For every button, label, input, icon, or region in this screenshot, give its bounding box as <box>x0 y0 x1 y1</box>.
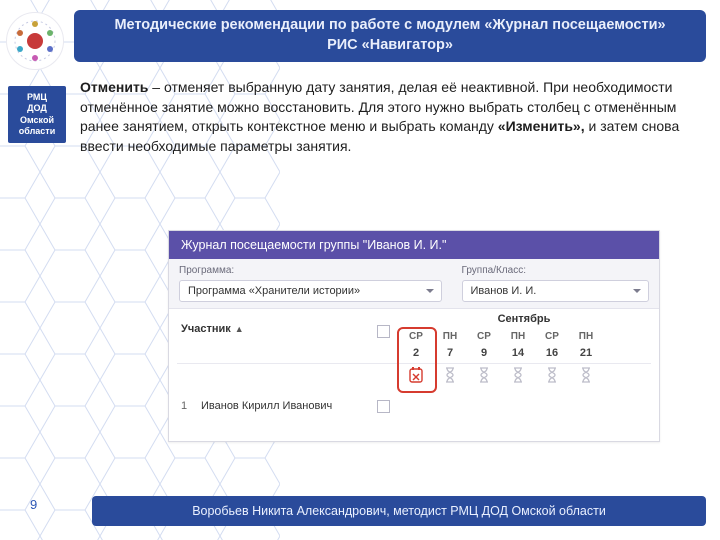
participant-header: Участник▲ <box>181 323 244 335</box>
page-title: Методические рекомендации по работе с мо… <box>104 16 676 55</box>
program-select[interactable]: Программа «Хранители истории» <box>179 280 442 302</box>
day-cell: СР <box>467 331 501 342</box>
day-cell: ПН <box>433 331 467 342</box>
footer-text: Воробьев Никита Александрович, методист … <box>192 504 606 518</box>
tag-line: Омской <box>12 115 62 126</box>
day-cell: ПН <box>501 331 535 342</box>
date-cell[interactable]: 16 <box>535 347 569 359</box>
footer-bar: Воробьев Никита Александрович, методист … <box>92 496 706 526</box>
row-checkbox[interactable] <box>377 400 390 413</box>
table-row: 1 Иванов Кирилл Иванович <box>169 393 659 423</box>
participant-name: Иванов Кирилл Иванович <box>201 400 332 412</box>
select-all-checkbox[interactable] <box>377 325 390 338</box>
title-bar: Методические рекомендации по работе с мо… <box>74 10 706 62</box>
date-cell[interactable]: 14 <box>501 347 535 359</box>
hourglass-icon[interactable] <box>569 367 603 383</box>
group-select[interactable]: Иванов И. И. <box>462 280 650 302</box>
day-cell: ПН <box>569 331 603 342</box>
program-label: Программа: <box>179 265 442 276</box>
tag-line: области <box>12 126 62 137</box>
group-label: Группа/Класс: <box>462 265 650 276</box>
day-cell: СР <box>535 331 569 342</box>
row-number: 1 <box>181 400 187 412</box>
tag-line: РМЦ <box>12 92 62 103</box>
month-header: Сентябрь <box>399 313 649 325</box>
screenshot-panel: Журнал посещаемости группы "Иванов И. И.… <box>168 230 660 442</box>
hourglass-icon[interactable] <box>467 367 501 383</box>
panel-header: Журнал посещаемости группы "Иванов И. И.… <box>169 231 659 259</box>
command-word: «Изменить», <box>498 118 585 134</box>
hourglass-icon[interactable] <box>501 367 535 383</box>
body-text: Отменить – отменяет выбранную дату занят… <box>80 78 696 156</box>
org-tag: РМЦ ДОД Омской области <box>8 86 66 143</box>
tag-line: ДОД <box>12 103 62 114</box>
date-cell[interactable]: 7 <box>433 347 467 359</box>
date-cell[interactable]: 9 <box>467 347 501 359</box>
sort-arrow-icon[interactable]: ▲ <box>235 324 244 334</box>
highlight-box <box>397 327 437 393</box>
logo <box>6 12 64 70</box>
lead-word: Отменить <box>80 79 148 95</box>
date-cell[interactable]: 21 <box>569 347 603 359</box>
hourglass-icon[interactable] <box>433 367 467 383</box>
page-number: 9 <box>30 497 37 512</box>
hourglass-icon[interactable] <box>535 367 569 383</box>
